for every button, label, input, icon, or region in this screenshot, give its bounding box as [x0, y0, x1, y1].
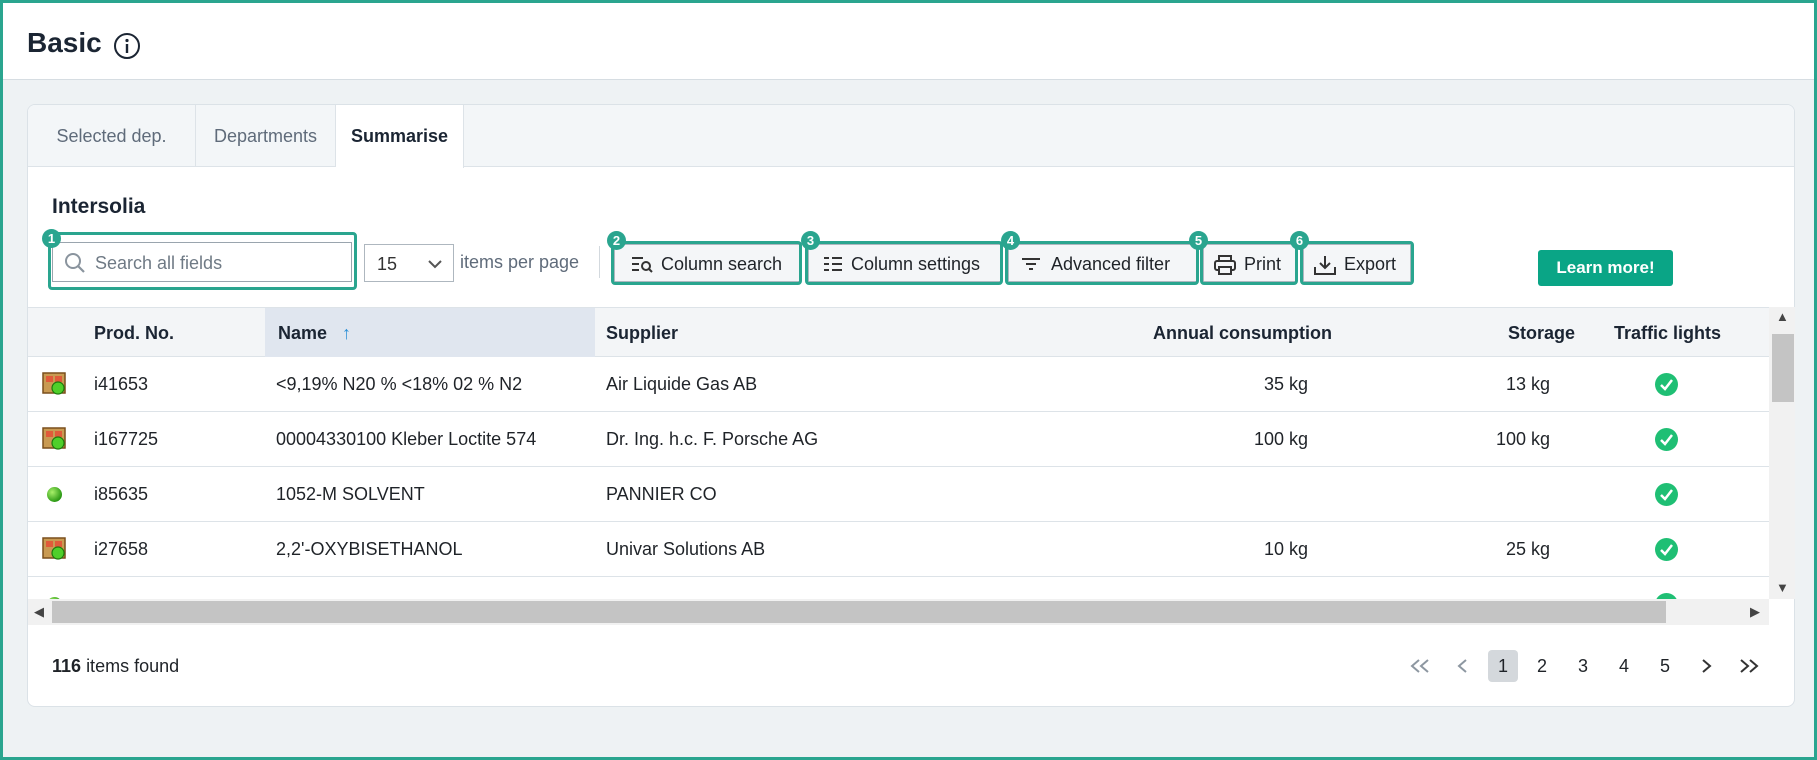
- scroll-left-icon[interactable]: ◀: [34, 604, 44, 620]
- table-row[interactable]: i85635 1052-M SOLVENT PANNIER CO: [28, 467, 1769, 522]
- tab-summarise[interactable]: Summarise: [336, 105, 464, 168]
- toolbar-divider: [599, 246, 600, 278]
- items-found: 116 items found: [52, 656, 179, 677]
- cell-storage: 25 kg: [1505, 539, 1550, 559]
- previous-page-icon[interactable]: [1449, 650, 1477, 682]
- page-title: Basic: [27, 27, 102, 58]
- tab-selected-dep[interactable]: Selected dep.: [28, 105, 196, 167]
- table-row[interactable]: i27658 2,2'-OXYBISETHANOL Univar Solutio…: [28, 522, 1769, 577]
- cell-supplier: Air Liquide Gas AB: [606, 374, 758, 394]
- cell-name: 2,2'-OXYBISETHANOL: [276, 539, 463, 559]
- page-4-button[interactable]: 4: [1609, 650, 1639, 682]
- traffic-light-green-icon: [1655, 483, 1678, 506]
- column-header-traffic-lights[interactable]: Traffic lights: [1585, 308, 1750, 358]
- horizontal-scroll-thumb[interactable]: [52, 601, 1666, 623]
- column-header-annual-consumption[interactable]: Annual consumption: [1108, 308, 1332, 358]
- column-header-prod-no[interactable]: Prod. No.: [94, 308, 174, 358]
- package-icon: [42, 537, 66, 560]
- per-page-select[interactable]: 15: [364, 244, 454, 282]
- cell-supplier: Univar Solutions AB: [606, 539, 766, 559]
- table-body: i41653 <9,19% N20 % <18% 02 % N2 Air Liq…: [28, 357, 1769, 599]
- page-3-button[interactable]: 3: [1568, 650, 1598, 682]
- cell-prod-no: i85635: [94, 484, 149, 504]
- page-1-button[interactable]: 1: [1488, 650, 1518, 682]
- cell-prod-no: i27658: [94, 539, 149, 559]
- highlight-search: [48, 232, 357, 290]
- traffic-light-green-icon: [1655, 373, 1678, 396]
- highlight-print: [1200, 241, 1298, 285]
- table-row[interactable]: i167725 00004330100 Kleber Loctite 574 D…: [28, 412, 1769, 467]
- scroll-up-icon[interactable]: ▲: [1776, 309, 1789, 324]
- column-header-name[interactable]: Name ↑: [265, 308, 595, 358]
- highlight-column-search: [611, 241, 802, 285]
- vertical-scroll-thumb[interactable]: [1772, 334, 1794, 402]
- highlight-advanced-filter: [1005, 241, 1199, 285]
- traffic-light-green-icon: [1655, 428, 1678, 451]
- items-found-label: items found: [86, 656, 180, 676]
- cell-annual: 100 kg: [1253, 429, 1308, 449]
- page-5-button[interactable]: 5: [1650, 650, 1680, 682]
- per-page-label: items per page: [460, 252, 580, 272]
- cell-prod-no: i41653: [94, 374, 149, 394]
- cell-annual: 10 kg: [1263, 539, 1308, 559]
- tab-departments[interactable]: Departments: [196, 105, 336, 167]
- column-header-storage[interactable]: Storage: [1348, 308, 1575, 358]
- table-row[interactable]: i41653 <9,19% N20 % <18% 02 % N2 Air Liq…: [28, 357, 1769, 412]
- sort-ascending-icon: ↑: [342, 323, 352, 343]
- page-2-button[interactable]: 2: [1527, 650, 1557, 682]
- table-header: Prod. No. Name ↑ Supplier Annual consump…: [28, 307, 1769, 358]
- column-header-supplier[interactable]: Supplier: [606, 308, 678, 358]
- cell-name: <9,19% N20 % <18% 02 % N2: [276, 374, 523, 394]
- cell-prod-no: i167725: [94, 429, 159, 449]
- section-title: Intersolia: [52, 195, 146, 218]
- step-badge-5: 5: [1189, 231, 1208, 250]
- cell-storage: 100 kg: [1495, 429, 1550, 449]
- traffic-light-green-icon: [1655, 538, 1678, 561]
- step-badge-3: 3: [801, 231, 820, 250]
- first-page-icon[interactable]: [1406, 650, 1436, 682]
- cell-annual: 35 kg: [1263, 374, 1308, 394]
- scroll-right-icon[interactable]: ▶: [1750, 604, 1760, 620]
- cell-name: 1052-M SOLVENT: [276, 484, 425, 504]
- learn-more-button[interactable]: Learn more!: [1538, 250, 1673, 286]
- step-badge-6: 6: [1290, 231, 1309, 250]
- chevron-down-icon: [428, 260, 442, 269]
- highlight-column-settings: [805, 241, 1003, 285]
- info-icon[interactable]: [113, 32, 141, 60]
- package-icon: [42, 372, 66, 395]
- cell-storage: 13 kg: [1505, 374, 1550, 394]
- per-page-value: 15: [377, 254, 398, 274]
- step-badge-2: 2: [607, 231, 626, 250]
- package-icon: [42, 427, 66, 450]
- green-dot-icon: [47, 487, 62, 502]
- column-header-name-label: Name: [278, 323, 328, 343]
- step-badge-4: 4: [1001, 231, 1020, 250]
- scroll-down-icon[interactable]: ▼: [1776, 580, 1789, 595]
- last-page-icon[interactable]: [1733, 650, 1763, 682]
- cell-supplier: PANNIER CO: [606, 484, 717, 504]
- highlight-export: [1300, 241, 1414, 285]
- cell-supplier: Dr. Ing. h.c. F. Porsche AG: [606, 429, 819, 449]
- page-header: Basic: [3, 3, 1814, 80]
- cell-name: 00004330100 Kleber Loctite 574: [276, 429, 537, 449]
- step-badge-1: 1: [42, 229, 61, 248]
- items-found-count: 116: [52, 656, 82, 676]
- next-page-icon[interactable]: [1692, 650, 1720, 682]
- table-row-partial[interactable]: [28, 577, 1769, 599]
- tab-bar: Selected dep. Departments Summarise: [28, 105, 1794, 168]
